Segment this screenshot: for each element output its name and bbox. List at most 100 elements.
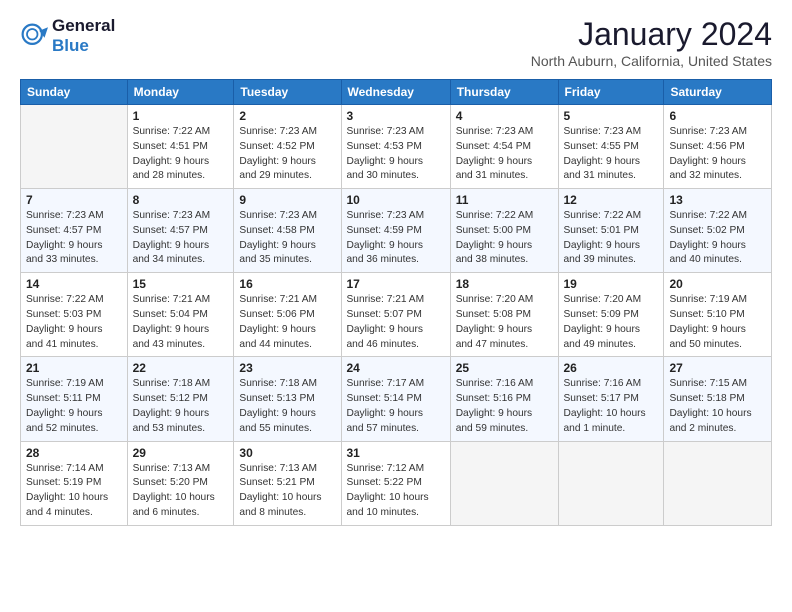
calendar-day-cell: 25 Sunrise: 7:16 AMSunset: 5:16 PMDayligh… xyxy=(450,357,558,441)
calendar-day-cell: 7 Sunrise: 7:23 AMSunset: 4:57 PMDaylight… xyxy=(21,189,128,273)
day-number: 15 xyxy=(133,277,229,291)
day-info: Sunrise: 7:22 AMSunset: 5:03 PMDaylight:… xyxy=(26,293,122,352)
day-info: Sunrise: 7:16 AMSunset: 5:17 PMDaylight:… xyxy=(564,377,659,436)
calendar-day-cell: 6 Sunrise: 7:23 AMSunset: 4:56 PMDaylight… xyxy=(664,105,772,189)
calendar-day-cell: 8 Sunrise: 7:23 AMSunset: 4:57 PMDaylight… xyxy=(127,189,234,273)
calendar-day-cell: 19 Sunrise: 7:20 AMSunset: 5:09 PMDayligh… xyxy=(558,273,664,357)
calendar-day-cell: 14 Sunrise: 7:22 AMSunset: 5:03 PMDayligh… xyxy=(21,273,128,357)
day-number: 6 xyxy=(669,109,766,123)
day-info: Sunrise: 7:17 AMSunset: 5:14 PMDaylight:… xyxy=(347,377,445,436)
day-number: 19 xyxy=(564,277,659,291)
calendar-body: 1 Sunrise: 7:22 AMSunset: 4:51 PMDaylight… xyxy=(21,105,772,526)
calendar-day-cell: 18 Sunrise: 7:20 AMSunset: 5:08 PMDayligh… xyxy=(450,273,558,357)
day-info: Sunrise: 7:18 AMSunset: 5:12 PMDaylight:… xyxy=(133,377,229,436)
calendar-day-cell: 10 Sunrise: 7:23 AMSunset: 4:59 PMDayligh… xyxy=(341,189,450,273)
day-info: Sunrise: 7:20 AMSunset: 5:09 PMDaylight:… xyxy=(564,293,659,352)
calendar-day-cell: 13 Sunrise: 7:22 AMSunset: 5:02 PMDayligh… xyxy=(664,189,772,273)
day-info: Sunrise: 7:23 AMSunset: 4:55 PMDaylight:… xyxy=(564,125,659,184)
day-number: 13 xyxy=(669,193,766,207)
day-of-week-header: Sunday xyxy=(21,80,128,105)
day-info: Sunrise: 7:23 AMSunset: 4:57 PMDaylight:… xyxy=(133,209,229,268)
day-number: 2 xyxy=(239,109,335,123)
day-info: Sunrise: 7:21 AMSunset: 5:06 PMDaylight:… xyxy=(239,293,335,352)
day-info: Sunrise: 7:23 AMSunset: 4:54 PMDaylight:… xyxy=(456,125,553,184)
calendar-day-cell: 21Sunrise: 7:19 AMSunset: 5:11 PMDayligh… xyxy=(21,357,128,441)
day-number: 9 xyxy=(239,193,335,207)
calendar-day-cell: 23 Sunrise: 7:18 AMSunset: 5:13 PMDayligh… xyxy=(234,357,341,441)
calendar-week-row: 1 Sunrise: 7:22 AMSunset: 4:51 PMDaylight… xyxy=(21,105,772,189)
day-number: 10 xyxy=(347,193,445,207)
calendar-day-cell: 1 Sunrise: 7:22 AMSunset: 4:51 PMDaylight… xyxy=(127,105,234,189)
day-info: Sunrise: 7:15 AMSunset: 5:18 PMDaylight:… xyxy=(669,377,766,436)
calendar-day-cell: 28 Sunrise: 7:14 AMSunset: 5:19 PMDayligh… xyxy=(21,441,128,525)
calendar-day-cell xyxy=(558,441,664,525)
day-number: 11 xyxy=(456,193,553,207)
calendar-day-cell: 11 Sunrise: 7:22 AMSunset: 5:00 PMDayligh… xyxy=(450,189,558,273)
day-number: 12 xyxy=(564,193,659,207)
day-of-week-header: Tuesday xyxy=(234,80,341,105)
day-number: 23 xyxy=(239,361,335,375)
calendar-day-cell: 3Sunrise: 7:23 AMSunset: 4:53 PMDaylight… xyxy=(341,105,450,189)
day-number: 20 xyxy=(669,277,766,291)
day-info: Sunrise: 7:21 AMSunset: 5:07 PMDaylight:… xyxy=(347,293,445,352)
logo-line1: General xyxy=(52,16,115,36)
day-info: Sunrise: 7:22 AMSunset: 4:51 PMDaylight:… xyxy=(133,125,229,184)
day-info: Sunrise: 7:22 AMSunset: 5:01 PMDaylight:… xyxy=(564,209,659,268)
calendar-day-cell: 17 Sunrise: 7:21 AMSunset: 5:07 PMDayligh… xyxy=(341,273,450,357)
day-info: Sunrise: 7:23 AMSunset: 4:56 PMDaylight:… xyxy=(669,125,766,184)
day-number: 25 xyxy=(456,361,553,375)
day-number: 7 xyxy=(26,193,122,207)
calendar-day-cell: 16 Sunrise: 7:21 AMSunset: 5:06 PMDayligh… xyxy=(234,273,341,357)
calendar-day-cell: 31 Sunrise: 7:12 AMSunset: 5:22 PMDayligh… xyxy=(341,441,450,525)
calendar-day-cell xyxy=(450,441,558,525)
day-of-week-header: Monday xyxy=(127,80,234,105)
day-info: Sunrise: 7:14 AMSunset: 5:19 PMDaylight:… xyxy=(26,462,122,521)
day-info: Sunrise: 7:23 AMSunset: 4:57 PMDaylight:… xyxy=(26,209,122,268)
day-info: Sunrise: 7:12 AMSunset: 5:22 PMDaylight:… xyxy=(347,462,445,521)
day-info: Sunrise: 7:16 AMSunset: 5:16 PMDaylight:… xyxy=(456,377,553,436)
day-info: Sunrise: 7:22 AMSunset: 5:00 PMDaylight:… xyxy=(456,209,553,268)
day-number: 18 xyxy=(456,277,553,291)
calendar-week-row: 28 Sunrise: 7:14 AMSunset: 5:19 PMDayligh… xyxy=(21,441,772,525)
calendar-day-cell: 15 Sunrise: 7:21 AMSunset: 5:04 PMDayligh… xyxy=(127,273,234,357)
day-number: 28 xyxy=(26,446,122,460)
day-number: 8 xyxy=(133,193,229,207)
page-container: General Blue January 2024 North Auburn, … xyxy=(0,0,792,536)
logo-icon xyxy=(20,22,48,50)
calendar-week-row: 21Sunrise: 7:19 AMSunset: 5:11 PMDayligh… xyxy=(21,357,772,441)
day-number: 31 xyxy=(347,446,445,460)
day-number: 21 xyxy=(26,361,122,375)
title-block: January 2024 North Auburn, California, U… xyxy=(531,16,772,69)
calendar-day-cell: 27Sunrise: 7:15 AMSunset: 5:18 PMDayligh… xyxy=(664,357,772,441)
day-info: Sunrise: 7:22 AMSunset: 5:02 PMDaylight:… xyxy=(669,209,766,268)
calendar-week-row: 14 Sunrise: 7:22 AMSunset: 5:03 PMDayligh… xyxy=(21,273,772,357)
month-title: January 2024 xyxy=(531,16,772,53)
day-info: Sunrise: 7:20 AMSunset: 5:08 PMDaylight:… xyxy=(456,293,553,352)
day-number: 26 xyxy=(564,361,659,375)
logo-text: General Blue xyxy=(52,16,115,55)
day-info: Sunrise: 7:21 AMSunset: 5:04 PMDaylight:… xyxy=(133,293,229,352)
calendar-table: SundayMondayTuesdayWednesdayThursdayFrid… xyxy=(20,79,772,526)
location: North Auburn, California, United States xyxy=(531,53,772,69)
calendar-day-cell: 9Sunrise: 7:23 AMSunset: 4:58 PMDaylight… xyxy=(234,189,341,273)
day-info: Sunrise: 7:13 AMSunset: 5:20 PMDaylight:… xyxy=(133,462,229,521)
calendar-day-cell xyxy=(664,441,772,525)
day-info: Sunrise: 7:13 AMSunset: 5:21 PMDaylight:… xyxy=(239,462,335,521)
calendar-day-cell: 24 Sunrise: 7:17 AMSunset: 5:14 PMDayligh… xyxy=(341,357,450,441)
day-number: 16 xyxy=(239,277,335,291)
day-info: Sunrise: 7:23 AMSunset: 4:59 PMDaylight:… xyxy=(347,209,445,268)
calendar-day-cell: 29 Sunrise: 7:13 AMSunset: 5:20 PMDayligh… xyxy=(127,441,234,525)
day-number: 14 xyxy=(26,277,122,291)
day-number: 29 xyxy=(133,446,229,460)
day-number: 3 xyxy=(347,109,445,123)
calendar-day-cell: 2Sunrise: 7:23 AMSunset: 4:52 PMDaylight… xyxy=(234,105,341,189)
calendar-header-row: SundayMondayTuesdayWednesdayThursdayFrid… xyxy=(21,80,772,105)
logo: General Blue xyxy=(20,16,115,55)
calendar-day-cell: 30Sunrise: 7:13 AMSunset: 5:21 PMDayligh… xyxy=(234,441,341,525)
day-info: Sunrise: 7:18 AMSunset: 5:13 PMDaylight:… xyxy=(239,377,335,436)
day-number: 24 xyxy=(347,361,445,375)
day-number: 1 xyxy=(133,109,229,123)
day-number: 17 xyxy=(347,277,445,291)
calendar-day-cell: 26 Sunrise: 7:16 AMSunset: 5:17 PMDayligh… xyxy=(558,357,664,441)
calendar-day-cell: 20Sunrise: 7:19 AMSunset: 5:10 PMDayligh… xyxy=(664,273,772,357)
